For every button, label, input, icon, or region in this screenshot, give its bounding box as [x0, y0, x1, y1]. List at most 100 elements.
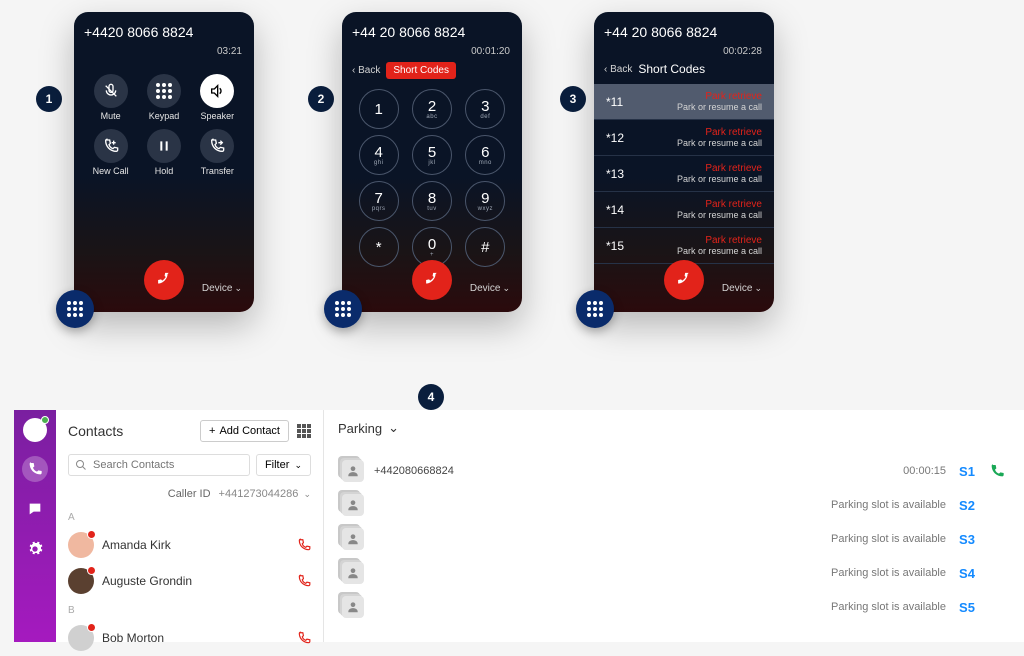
parking-slot-label: S4	[956, 566, 978, 581]
keypad-key-4[interactable]: 4ghi	[359, 135, 399, 175]
keypad-key-9[interactable]: 9wxyz	[465, 181, 505, 221]
caller-id-value[interactable]: +441273044286 ⌄	[219, 488, 311, 500]
rail-item-settings[interactable]	[22, 536, 48, 562]
short-code-value: *13	[606, 167, 624, 181]
dialer-fab[interactable]	[56, 290, 94, 328]
back-button[interactable]: ‹ Back	[604, 64, 632, 75]
parking-dropdown[interactable]: Parking⌄	[338, 420, 1006, 436]
new-call-button[interactable]: New Call	[93, 129, 129, 176]
transfer-button[interactable]: Transfer	[200, 129, 234, 176]
keypad-key-8[interactable]: 8tuv	[412, 181, 452, 221]
parking-slot-label: S5	[956, 600, 978, 615]
hangup-button[interactable]	[412, 260, 452, 300]
keypad-button[interactable]: Keypad	[147, 74, 181, 121]
device-toggle[interactable]: Device⌄	[722, 283, 762, 294]
short-code-value: *15	[606, 239, 624, 253]
step-badge-3: 3	[560, 86, 586, 112]
presence-busy-icon	[87, 623, 96, 632]
presence-busy-icon	[87, 566, 96, 575]
hold-label: Hold	[155, 166, 174, 176]
parking-slot-row: Parking slot is available S4	[338, 556, 1006, 590]
back-button[interactable]: ‹ Back	[352, 65, 380, 76]
keypad-key-5[interactable]: 5jkl	[412, 135, 452, 175]
device-toggle[interactable]: Device⌄	[470, 283, 510, 294]
avatar	[68, 625, 94, 651]
mute-button[interactable]: Mute	[94, 74, 128, 121]
rail-item-calls[interactable]	[22, 456, 48, 482]
filter-button[interactable]: Filter ⌄	[256, 454, 311, 476]
keypad-key-7[interactable]: 7pqrs	[359, 181, 399, 221]
hangup-button[interactable]	[144, 260, 184, 300]
presence-busy-icon	[87, 530, 96, 539]
new-call-label: New Call	[93, 166, 129, 176]
short-code-value: *11	[606, 95, 623, 109]
call-timer: 00:01:20	[471, 46, 510, 57]
call-timer: 00:02:28	[723, 46, 762, 57]
parking-slot-row: +442080668824 00:00:15 S1	[338, 454, 1006, 488]
keypad-key-3[interactable]: 3def	[465, 89, 505, 129]
contact-row[interactable]: Bob Morton	[68, 620, 311, 656]
caller-id-label: Caller ID	[168, 488, 211, 500]
chevron-down-icon: ⌄	[303, 489, 311, 499]
dialer-fab[interactable]	[324, 290, 362, 328]
contact-name: Bob Morton	[102, 631, 164, 645]
short-code-title: Park retrieve	[677, 199, 762, 210]
short-code-value: *12	[606, 131, 624, 145]
contact-name: Amanda Kirk	[102, 538, 171, 552]
speaker-label: Speaker	[201, 111, 235, 121]
dialer-fab[interactable]	[576, 290, 614, 328]
short-code-item[interactable]: *15 Park retrieve Park or resume a call	[594, 228, 774, 264]
short-code-item[interactable]: *12 Park retrieve Park or resume a call	[594, 120, 774, 156]
apps-grid-icon[interactable]	[297, 424, 311, 438]
short-code-desc: Park or resume a call	[677, 174, 762, 184]
search-input[interactable]	[93, 459, 243, 471]
softphone-active-call: +4420 8066 8824 03:21 Mute Keypad Speake…	[74, 12, 254, 312]
short-code-item[interactable]: *14 Park retrieve Park or resume a call	[594, 192, 774, 228]
section-letter: B	[68, 605, 311, 616]
chevron-down-icon: ⌄	[294, 460, 302, 470]
short-code-item[interactable]: *11 Park retrieve Park or resume a call	[594, 84, 774, 120]
parking-slot-label: S1	[956, 464, 978, 479]
short-code-title: Park retrieve	[677, 91, 762, 102]
device-toggle[interactable]: Device⌄	[202, 283, 242, 294]
mute-label: Mute	[101, 111, 121, 121]
search-contacts-box[interactable]	[68, 454, 250, 476]
keypad-key-2[interactable]: 2abc	[412, 89, 452, 129]
keypad-label: Keypad	[149, 111, 180, 121]
call-contact-button[interactable]	[297, 538, 311, 552]
search-icon	[75, 459, 87, 471]
hangup-button[interactable]	[664, 260, 704, 300]
pickup-call-button[interactable]	[988, 463, 1006, 479]
keypad-key-6[interactable]: 6mno	[465, 135, 505, 175]
keypad-key-1[interactable]: 1	[359, 89, 399, 129]
contact-row[interactable]: Auguste Grondin	[68, 563, 311, 599]
avatar	[68, 568, 94, 594]
short-code-desc: Park or resume a call	[677, 138, 762, 148]
parking-slot-icon	[342, 562, 364, 584]
chevron-down-icon: ⌄	[234, 283, 242, 293]
speaker-button[interactable]: Speaker	[200, 74, 234, 121]
step-badge-4: 4	[418, 384, 444, 410]
contacts-panel: Contacts +Add Contact Filter ⌄ Caller ID…	[56, 410, 324, 642]
rail-item-chat[interactable]	[22, 496, 48, 522]
step-badge-2: 2	[308, 86, 334, 112]
short-code-desc: Park or resume a call	[677, 102, 762, 112]
call-contact-button[interactable]	[297, 631, 311, 645]
hold-button[interactable]: Hold	[147, 129, 181, 176]
call-contact-button[interactable]	[297, 574, 311, 588]
active-call-number: +4420 8066 8824	[84, 24, 244, 40]
short-code-title: Park retrieve	[677, 235, 762, 246]
short-code-item[interactable]: *13 Park retrieve Park or resume a call	[594, 156, 774, 192]
short-codes-badge[interactable]: Short Codes	[386, 62, 456, 79]
chevron-down-icon: ⌄	[388, 420, 399, 436]
add-contact-button[interactable]: +Add Contact	[200, 420, 289, 442]
parking-slot-icon	[342, 460, 364, 482]
parking-slot-status: Parking slot is available	[831, 533, 946, 545]
rail-avatar[interactable]	[23, 418, 47, 442]
short-code-value: *14	[606, 203, 624, 217]
parking-slot-icon	[342, 494, 364, 516]
parking-slot-status: Parking slot is available	[831, 499, 946, 511]
contact-row[interactable]: Amanda Kirk	[68, 527, 311, 563]
contact-name: Auguste Grondin	[102, 574, 192, 588]
contacts-title: Contacts	[68, 423, 123, 439]
